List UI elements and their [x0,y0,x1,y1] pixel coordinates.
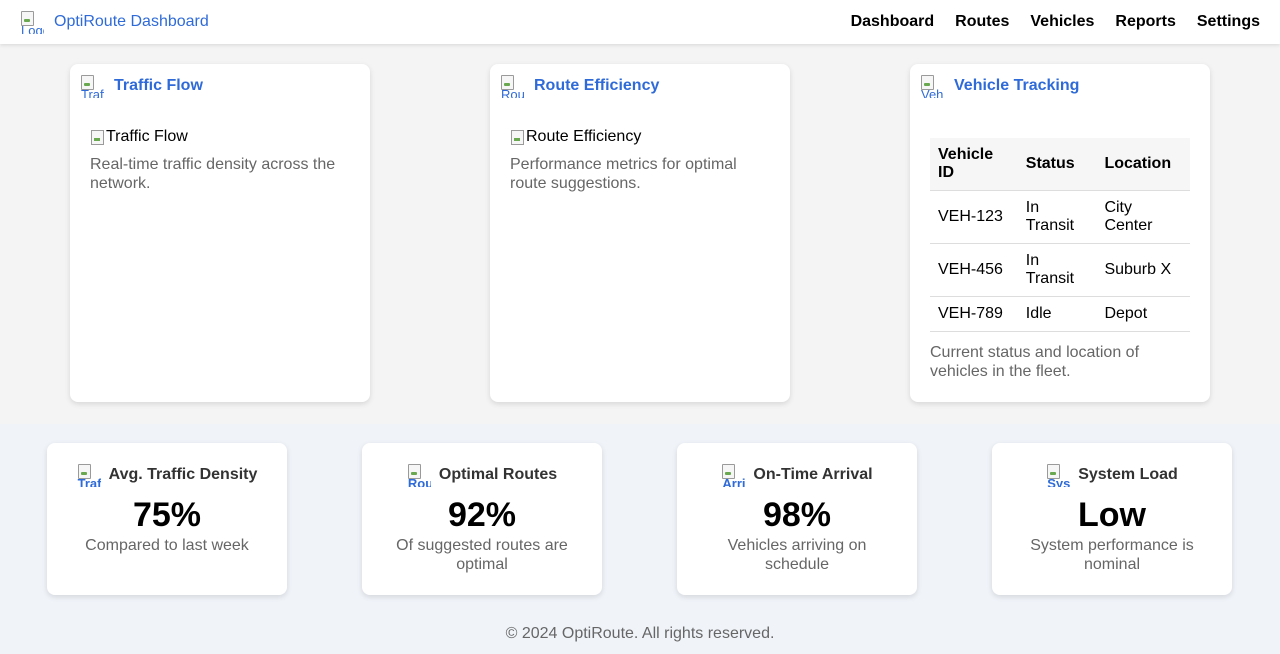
metric-label: Avg. Traffic Density [108,466,258,483]
route-efficiency-card-header: Route Route Efficiency [500,74,659,98]
broken-image-icon [510,129,526,145]
main-navigation: Dashboard Routes Vehicles Reports Settin… [851,13,1260,31]
vehicle-tracking-body: Vehicle ID Status Location VEH-123 In Tr… [930,138,1190,381]
nav-dashboard[interactable]: Dashboard [851,13,935,31]
dashboard-title: OptiRoute Dashboard [54,13,209,30]
traffic-flow-body: Traffic Flow Real-time traffic density a… [90,128,350,193]
vehicle-tracking-card: Vehicle Vehicle Tracking Vehicle ID Stat… [910,64,1210,402]
metric-label: Optimal Routes [438,466,558,483]
metric-label: System Load [1078,466,1178,483]
metric-description: Compared to last week [85,537,249,554]
nav-settings[interactable]: Settings [1197,13,1260,31]
page-footer: © 2024 OptiRoute. All rights reserved. [505,625,775,642]
system-icon: System [1046,463,1070,487]
vehicle-id-cell: VEH-123 [930,190,1018,244]
status-cell: In Transit [1017,243,1097,297]
broken-image-icon [90,129,106,145]
vehicle-tracking-title: Vehicle Tracking [954,77,1080,94]
vehicle-id-cell: VEH-456 [930,243,1018,297]
vehicle-tracking-description: Current status and location of vehicles … [930,344,1140,380]
status-cell: In Transit [1017,190,1097,244]
vehicle-table: Vehicle ID Status Location VEH-123 In Tr… [930,138,1190,332]
logo-image-icon: Logo [20,10,44,34]
traffic-flow-card-header: Traffic Traffic Flow [80,74,203,98]
route-efficiency-body: Route Efficiency Performance metrics for… [510,128,770,193]
metric-value: 92% [447,496,517,534]
route-icon: Route [500,74,524,98]
column-location: Location [1096,138,1190,191]
traffic-density-metric-card: Traffic Avg. Traffic Density 75% Compare… [47,443,287,595]
metric-description: System performance is nominal [1030,537,1194,573]
vehicle-id-cell: VEH-789 [930,296,1018,332]
route-efficiency-card: Route Route Efficiency Route Efficiency … [490,64,790,402]
table-row: VEH-456 In Transit Suburb X [930,243,1190,297]
location-cell: City Center [1096,190,1190,244]
vehicle-tracking-card-header: Vehicle Vehicle Tracking [920,74,1079,98]
route-efficiency-image-alt: Route Efficiency [526,128,642,145]
column-status: Status [1017,138,1097,191]
metric-label: On-Time Arrival [753,466,873,483]
traffic-flow-title: Traffic Flow [114,77,203,94]
nav-reports[interactable]: Reports [1115,13,1175,31]
brand-link[interactable]: Logo OptiRoute Dashboard [20,10,209,34]
metric-value: Low [1078,496,1146,534]
location-cell: Depot [1096,296,1190,332]
top-header: Logo OptiRoute Dashboard Dashboard Route… [0,0,1280,44]
traffic-icon: Traffic [80,74,104,98]
on-time-arrival-metric-card: Arrival On-Time Arrival 98% Vehicles arr… [677,443,917,595]
location-cell: Suburb X [1096,243,1190,297]
system-load-metric-card: System System Load Low System performanc… [992,443,1232,595]
metric-header: Routes Optimal Routes [362,463,602,487]
metric-description: Vehicles arriving on schedule [727,537,867,573]
route-efficiency-title: Route Efficiency [534,77,660,94]
route-efficiency-description: Performance metrics for optimal route su… [510,156,737,192]
metric-header: Traffic Avg. Traffic Density [47,463,287,487]
traffic-density-icon: Traffic [77,463,101,487]
traffic-flow-chart-image: Traffic Flow [90,128,350,146]
table-row: VEH-123 In Transit City Center [930,190,1190,244]
nav-routes[interactable]: Routes [955,13,1009,31]
traffic-flow-description: Real-time traffic density across the net… [90,156,336,192]
route-efficiency-chart-image: Route Efficiency [510,128,770,146]
metric-value: 98% [762,496,832,534]
nav-vehicles[interactable]: Vehicles [1030,13,1094,31]
table-row: VEH-789 Idle Depot [930,296,1190,332]
traffic-flow-image-alt: Traffic Flow [106,128,188,145]
metric-header: System System Load [992,463,1232,487]
metric-value: 75% [132,496,202,534]
metric-header: Arrival On-Time Arrival [677,463,917,487]
traffic-flow-card: Traffic Traffic Flow Traffic Flow Real-t… [70,64,370,402]
status-cell: Idle [1017,296,1097,332]
table-header-row: Vehicle ID Status Location [930,138,1190,191]
optimal-routes-metric-card: Routes Optimal Routes 92% Of suggested r… [362,443,602,595]
routes-icon: Routes [407,463,431,487]
arrival-icon: Arrival [721,463,745,487]
metric-description: Of suggested routes are optimal [396,537,568,573]
vehicle-icon: Vehicle [920,74,944,98]
column-vehicle-id: Vehicle ID [930,138,1018,191]
